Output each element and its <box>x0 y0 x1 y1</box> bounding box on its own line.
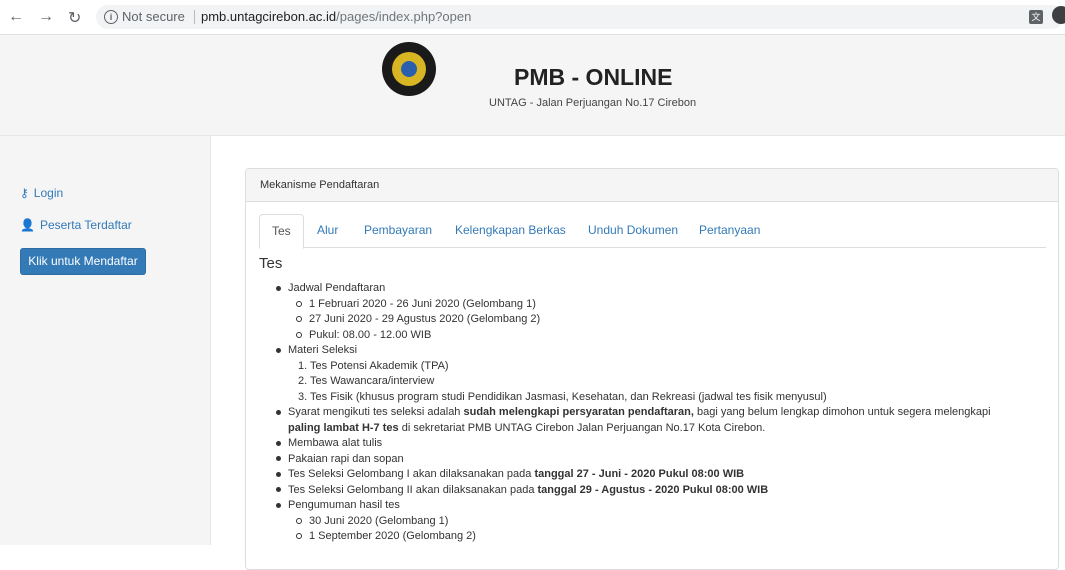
tab-tes[interactable]: Tes <box>259 214 304 249</box>
list-item: Tes Seleksi Gelombang II akan dilaksanak… <box>276 483 768 499</box>
info-icon[interactable]: i <box>104 10 118 24</box>
section-title: Tes <box>259 255 283 272</box>
url-text: pmb.untagcirebon.ac.id/pages/index.php?o… <box>201 5 471 29</box>
list-item: Membawa alat tulis <box>276 436 382 452</box>
sidebar-item-peserta[interactable]: 👤 Peserta Terdaftar <box>20 218 132 232</box>
list-item: 1 Februari 2020 - 26 Juni 2020 (Gelomban… <box>296 297 536 313</box>
list-item: 27 Juni 2020 - 29 Agustus 2020 (Gelomban… <box>296 312 540 328</box>
list-item: Tes Seleksi Gelombang I akan dilaksanaka… <box>276 467 744 483</box>
browser-toolbar: ← → ↻ i Not secure pmb.untagcirebon.ac.i… <box>0 0 1065 35</box>
panel-heading: Mekanisme Pendaftaran <box>246 169 1058 202</box>
list-item: Materi Seleksi <box>276 343 357 359</box>
tab-bar: Tes Alur Pembayaran Kelengkapan Berkas U… <box>259 214 1046 249</box>
tab-kelengkapan-berkas[interactable]: Kelengkapan Berkas <box>443 214 578 247</box>
list-item: 2. Tes Wawancara/interview <box>298 375 435 387</box>
list-item: 1. Tes Potensi Akademik (TPA) <box>298 359 449 372</box>
tab-unduh-dokumen[interactable]: Unduh Dokumen <box>576 214 690 247</box>
url-host: pmb.untagcirebon.ac.id <box>201 9 337 24</box>
tab-pembayaran[interactable]: Pembayaran <box>352 214 444 247</box>
profile-icon[interactable] <box>1052 6 1065 24</box>
translate-icon[interactable]: 文 <box>1029 10 1043 24</box>
list-item-continuation: paling lambat H-7 tes di sekretariat PMB… <box>288 421 766 434</box>
site-subtitle: UNTAG - Jalan Perjuangan No.17 Cirebon <box>489 97 697 109</box>
site-title: PMB - ONLINE <box>514 64 673 90</box>
list-item: Jadwal Pendaftaran <box>276 281 385 297</box>
list-item: Pukul: 08.00 - 12.00 WIB <box>296 328 431 344</box>
url-path: /pages/index.php?open <box>336 9 472 24</box>
list-item: 30 Juni 2020 (Gelombang 1) <box>296 514 448 530</box>
list-item: Syarat mengikuti tes seleksi adalah suda… <box>276 405 991 421</box>
tab-pertanyaan[interactable]: Pertanyaan <box>687 214 772 247</box>
address-bar[interactable]: i Not secure pmb.untagcirebon.ac.id/page… <box>96 5 1065 29</box>
reload-icon[interactable]: ↻ <box>68 8 81 28</box>
url-separator <box>194 10 195 24</box>
not-secure-label: Not secure <box>122 9 185 24</box>
list-item: Pakaian rapi dan sopan <box>276 452 404 468</box>
list-item: 1 September 2020 (Gelombang 2) <box>296 529 476 545</box>
sidebar-item-login[interactable]: ⚷ Login <box>20 186 63 200</box>
key-icon: ⚷ <box>20 186 29 200</box>
mekanisme-panel: Mekanisme Pendaftaran Tes Alur Pembayara… <box>245 168 1059 570</box>
list-item: 3. Tes Fisik (khusus program studi Pendi… <box>298 390 827 403</box>
sidebar: ⚷ Login 👤 Peserta Terdaftar Klik untuk Men… <box>0 136 211 545</box>
tab-alur[interactable]: Alur <box>305 214 350 247</box>
register-button[interactable]: Klik untuk Mendaftar <box>20 248 146 275</box>
login-label: Login <box>33 186 64 200</box>
untag-logo <box>382 42 436 96</box>
user-icon: 👤 <box>20 218 35 232</box>
peserta-label: Peserta Terdaftar <box>39 218 132 232</box>
list-item: Pengumuman hasil tes <box>276 498 400 514</box>
forward-icon[interactable]: → <box>38 8 54 26</box>
back-icon[interactable]: ← <box>8 8 24 26</box>
